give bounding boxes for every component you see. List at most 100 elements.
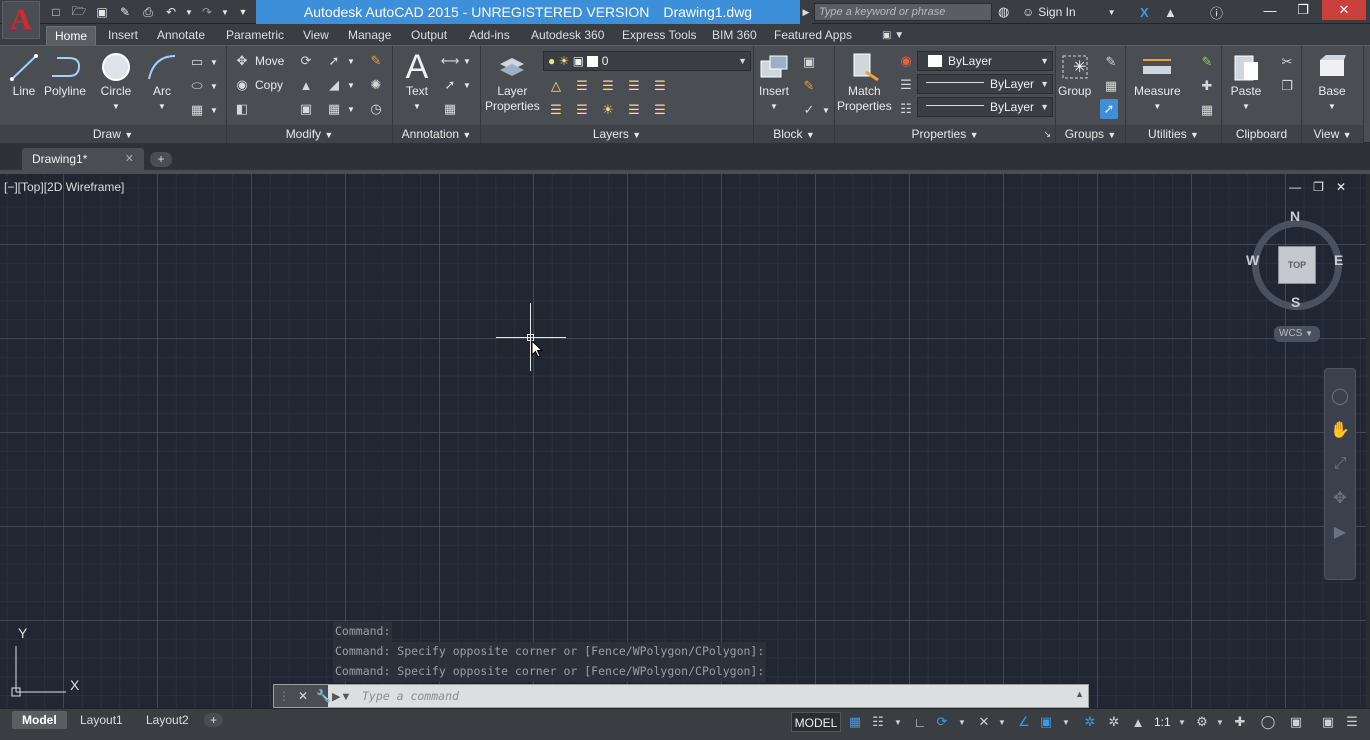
new-file-icon[interactable]: □: [46, 3, 66, 21]
move-button[interactable]: ✥ Move: [233, 51, 285, 71]
edit-block-button[interactable]: ✎: [800, 76, 818, 96]
workspace-gear-icon[interactable]: ⚙: [1192, 712, 1212, 732]
chevron-down-icon[interactable]: ▼: [952, 712, 972, 732]
stretch-button[interactable]: ◧: [233, 99, 251, 119]
clean-screen-icon[interactable]: ▣: [1318, 712, 1338, 732]
layer-copy-icon[interactable]: ☰: [651, 102, 669, 118]
annotation-monitor-icon[interactable]: ✚: [1230, 712, 1250, 732]
ribbon-options-icon[interactable]: ▣ ▼: [874, 26, 912, 45]
layout-tab-layout1[interactable]: Layout1: [70, 711, 133, 729]
quick-select-button[interactable]: ✎: [1198, 52, 1216, 72]
orbit-icon[interactable]: ✥: [1325, 481, 1355, 515]
customization-icon[interactable]: ☰: [1342, 712, 1362, 732]
layer-freeze-icon[interactable]: ☰: [651, 78, 669, 94]
groups-panel-title[interactable]: Groups ▼: [1056, 125, 1125, 143]
sign-in-button[interactable]: ☺ Sign In ▼: [1022, 3, 1116, 21]
zoom-extents-icon[interactable]: ⤢: [1325, 447, 1355, 481]
tab-add-ins[interactable]: Add-ins: [461, 26, 518, 45]
minimize-button[interactable]: —: [1255, 0, 1285, 20]
new-tab-button[interactable]: +: [150, 152, 172, 167]
color-wheel-icon[interactable]: ◉: [897, 51, 915, 71]
tab-autodesk-360[interactable]: Autodesk 360: [523, 26, 612, 45]
restore-button[interactable]: ❐: [1288, 0, 1318, 20]
properties-panel-title[interactable]: Properties ▼ ↘: [835, 125, 1055, 143]
insert-button[interactable]: Insert ▼: [758, 50, 790, 114]
cut-button[interactable]: ✂: [1278, 52, 1296, 72]
layer-unisolate-icon[interactable]: ☰: [573, 102, 591, 118]
stay-connected-icon[interactable]: ▲: [1164, 3, 1177, 21]
tab-annotate[interactable]: Annotate: [149, 26, 213, 45]
viewcube-top-face[interactable]: TOP: [1278, 246, 1316, 284]
paste-button[interactable]: Paste ▼: [1230, 50, 1262, 114]
tab-featured-apps[interactable]: Featured Apps: [766, 26, 860, 45]
table-button[interactable]: ▦: [441, 99, 459, 119]
tab-bim-360[interactable]: BIM 360: [704, 26, 765, 45]
compass-east[interactable]: E: [1334, 252, 1343, 268]
compass-west[interactable]: W: [1246, 252, 1259, 268]
help-icon[interactable]: ⓘ: [1210, 3, 1223, 21]
measure-button[interactable]: Measure ▼: [1134, 50, 1181, 114]
tab-home[interactable]: Home: [46, 26, 97, 45]
offset-button[interactable]: ◷: [367, 99, 385, 119]
point-coordinates-button[interactable]: ✚: [1198, 76, 1216, 96]
block-panel-title[interactable]: Block ▼: [754, 125, 834, 143]
pan-icon[interactable]: ✋: [1325, 413, 1355, 447]
redo-icon[interactable]: ↷: [197, 3, 217, 21]
ungroup-button[interactable]: ✎: [1102, 52, 1120, 72]
chevron-down-icon[interactable]: ▼: [1172, 712, 1192, 732]
group-edit-button[interactable]: ▦: [1102, 76, 1120, 96]
redo-dropdown-icon[interactable]: ▼: [220, 3, 230, 21]
rotate-button[interactable]: ⟳: [297, 51, 315, 71]
isometric-icon[interactable]: ✕: [974, 712, 994, 732]
object-snap-tracking-icon[interactable]: ∠: [1014, 712, 1034, 732]
clipboard-panel-title[interactable]: Clipboard: [1222, 125, 1301, 143]
ortho-icon[interactable]: ∟: [910, 712, 930, 732]
layer-properties-button[interactable]: Layer Properties: [485, 50, 540, 114]
draw-panel-title[interactable]: Draw ▼: [0, 125, 226, 143]
tab-output[interactable]: Output: [403, 26, 455, 45]
layer-state-icon[interactable]: △: [547, 78, 565, 94]
command-line-grip[interactable]: ⋮ ✕ 🔧: [274, 685, 331, 707]
annotation-scale-value[interactable]: 1:1: [1154, 712, 1171, 732]
match-properties-button[interactable]: Match Properties: [837, 50, 892, 114]
layout-tab-layout2[interactable]: Layout2: [136, 711, 199, 729]
layer-walk-icon[interactable]: ☀: [599, 102, 617, 118]
dialog-launcher-icon[interactable]: ↘: [1043, 125, 1051, 143]
fillet-button[interactable]: ◢ ▼: [325, 75, 355, 95]
leader-button[interactable]: ➚ ▼: [441, 75, 471, 95]
text-button[interactable]: A Text ▼: [401, 50, 433, 114]
model-space-button[interactable]: MODEL: [791, 712, 841, 732]
annotation-panel-title[interactable]: Annotation ▼: [393, 125, 480, 143]
save-icon[interactable]: ▣: [92, 3, 112, 21]
linetype-dropdown[interactable]: ByLayer ▼: [917, 74, 1053, 94]
auto-scale-icon[interactable]: ✲: [1104, 712, 1124, 732]
compass-north[interactable]: N: [1290, 208, 1300, 224]
layer-dropdown[interactable]: ● ☀ ▣ 0 ▼: [543, 51, 751, 71]
close-button[interactable]: ✕: [1322, 0, 1366, 20]
copy-clip-button[interactable]: ❐: [1278, 76, 1296, 96]
undo-dropdown-icon[interactable]: ▼: [184, 3, 194, 21]
group-button[interactable]: ✳ Group: [1058, 50, 1091, 99]
chevron-down-icon[interactable]: ▼: [1210, 712, 1230, 732]
file-tab-drawing1[interactable]: Drawing1* ✕: [22, 148, 144, 171]
layout-tab-model[interactable]: Model: [12, 711, 67, 729]
open-file-icon[interactable]: 🗁: [69, 3, 89, 21]
annotation-visibility-icon[interactable]: ✲: [1080, 712, 1100, 732]
arc-button[interactable]: Arc ▼: [146, 50, 178, 114]
command-prompt-icon[interactable]: ▶▼: [332, 688, 354, 704]
wrench-icon[interactable]: 🔧: [316, 689, 331, 703]
dimension-button[interactable]: ⟷ ▼: [441, 51, 471, 71]
chevron-up-icon[interactable]: ▲: [1075, 689, 1084, 699]
save-as-icon[interactable]: ✎: [115, 3, 135, 21]
array-button[interactable]: ▦ ▼: [325, 99, 355, 119]
copy-button[interactable]: ◉ Copy: [233, 75, 283, 95]
group-selection-button[interactable]: ➚: [1100, 99, 1118, 119]
isolate-objects-icon[interactable]: ◯: [1258, 712, 1278, 732]
command-input[interactable]: [362, 687, 1062, 705]
add-layout-button[interactable]: +: [204, 713, 224, 727]
application-menu-button[interactable]: A: [2, 1, 40, 39]
binoculars-icon[interactable]: ◍: [998, 3, 1009, 21]
layer-previous-icon[interactable]: ☰: [599, 78, 617, 94]
hardware-acceleration-icon[interactable]: ▣: [1286, 712, 1306, 732]
chevron-down-icon[interactable]: ▼: [888, 712, 908, 732]
